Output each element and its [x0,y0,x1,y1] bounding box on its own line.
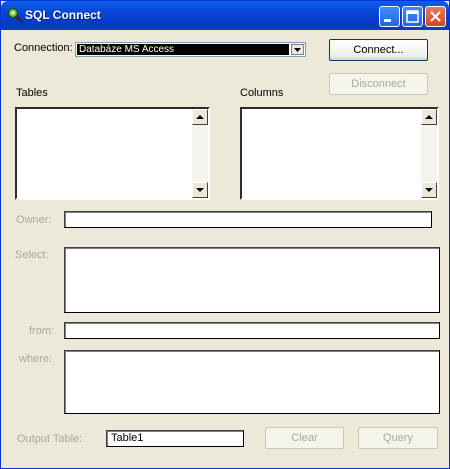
from-label: from: [29,325,55,337]
window-title: SQL Connect [25,8,101,22]
scroll-up-button[interactable] [421,109,437,125]
from-field[interactable] [64,322,440,339]
select-label: Select: [15,249,49,261]
select-textarea[interactable] [64,247,440,313]
close-button[interactable] [425,6,446,27]
connect-button[interactable]: Connect... [329,39,428,61]
sql-connect-window: SQL Connect Connection: Databáze MS Acce… [0,0,450,469]
output-table-value: Table1 [111,432,144,444]
maximize-button[interactable] [402,6,423,27]
tables-listbox[interactable] [15,107,210,200]
owner-field[interactable] [64,211,432,228]
connection-label: Connection: [14,42,73,54]
close-icon [430,11,441,22]
clear-button[interactable]: Clear [265,427,344,449]
minimize-icon [384,19,391,22]
output-table-label: Output Table: [17,433,83,445]
title-bar[interactable]: SQL Connect [1,1,449,30]
connection-selected-value: Databáze MS Access [77,44,289,55]
sql-connect-icon [7,7,23,23]
arrow-up-icon [425,115,433,119]
owner-label: Owner: [16,214,52,226]
scroll-up-button[interactable] [192,109,208,125]
tables-label: Tables [16,87,48,99]
scroll-down-button[interactable] [192,182,208,198]
columns-listbox[interactable] [240,107,439,200]
minimize-button[interactable] [379,6,400,27]
arrow-up-icon [196,115,204,119]
query-button[interactable]: Query [358,427,438,449]
where-textarea[interactable] [64,350,440,414]
columns-scrollbar[interactable] [421,109,437,198]
chevron-down-icon[interactable] [291,44,304,55]
connection-dropdown[interactable]: Databáze MS Access [75,42,306,57]
tables-scrollbar[interactable] [192,109,208,198]
arrow-down-icon [425,188,433,192]
arrow-down-icon [196,188,204,192]
output-table-field[interactable]: Table1 [106,430,244,447]
disconnect-button[interactable]: Disconnect [329,73,428,95]
columns-label: Columns [240,87,284,99]
scroll-down-button[interactable] [421,182,437,198]
maximize-icon [406,10,419,23]
where-label: where: [19,353,53,365]
